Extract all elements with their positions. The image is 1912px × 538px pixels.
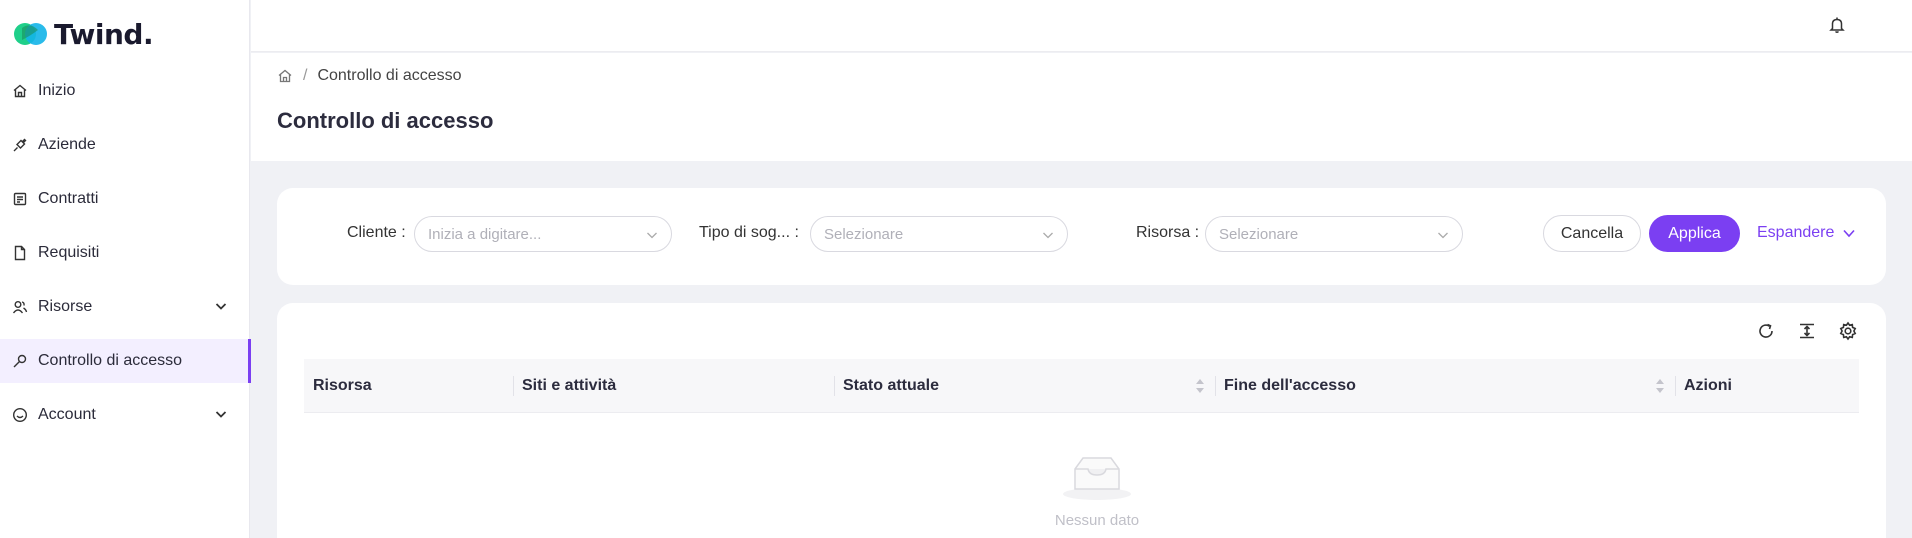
topbar (251, 0, 1912, 52)
tipo-select[interactable]: Selezionare (810, 216, 1068, 252)
users-icon (12, 299, 28, 315)
reload-icon[interactable] (1756, 321, 1776, 341)
column-height-icon[interactable] (1797, 321, 1817, 341)
chevron-down-icon (647, 232, 657, 239)
sort-icon[interactable] (1655, 377, 1665, 395)
document-icon (12, 245, 28, 261)
column-header-azioni: Azioni (1675, 359, 1859, 413)
breadcrumb: / Controllo di accesso (277, 67, 462, 85)
sidebar-item-requisiti[interactable]: Requisiti (0, 231, 250, 275)
apply-button[interactable]: Applica (1649, 215, 1740, 252)
sidebar-item-contratti[interactable]: Contratti (0, 177, 250, 221)
cliente-placeholder: Inizia a digitare... (428, 225, 542, 243)
sidebar-item-label: Controllo di accesso (38, 352, 183, 369)
breadcrumb-current: Controllo di accesso (317, 67, 462, 84)
empty-inbox-icon (1063, 457, 1131, 500)
bell-icon[interactable] (1828, 16, 1846, 34)
risorsa-select[interactable]: Selezionare (1205, 216, 1463, 252)
key-icon (12, 353, 28, 369)
column-header-siti-attivita: Siti e attività (513, 359, 834, 413)
sidebar-item-aziende[interactable]: Aziende (0, 123, 250, 167)
sidebar-item-label: Inizio (38, 82, 76, 99)
logo[interactable]: Twind. (12, 14, 154, 54)
home-icon (12, 83, 28, 99)
sidebar-item-label: Risorse (38, 298, 93, 315)
logo-text: Twind. (54, 17, 154, 51)
smile-icon (12, 407, 28, 423)
cancel-button[interactable]: Cancella (1543, 215, 1641, 252)
table-toolbar (1756, 321, 1858, 341)
column-header-fine-accesso[interactable]: Fine dell'accesso (1215, 359, 1675, 413)
expand-label: Espandere (1757, 224, 1835, 241)
column-header-stato-attuale[interactable]: Stato attuale (834, 359, 1215, 413)
filter-risorsa-label: Risorsa : (1136, 224, 1200, 241)
chevron-down-icon (1438, 232, 1448, 239)
home-icon[interactable] (277, 68, 293, 84)
sidebar-item-controllo-di-accesso[interactable]: Controllo di accesso (0, 339, 251, 383)
chevron-down-icon (1843, 229, 1855, 238)
sidebar-item-risorse[interactable]: Risorse (0, 285, 250, 329)
empty-state: Nessun dato (1047, 453, 1147, 529)
filter-panel: Cliente : Inizia a digitare... Tipo di s… (277, 188, 1886, 285)
page-header: / Controllo di accesso Controllo di acce… (251, 53, 1912, 161)
sidebar-item-label: Aziende (38, 136, 96, 153)
settings-gear-icon[interactable] (1838, 321, 1858, 341)
page-title: Controllo di accesso (277, 108, 494, 133)
empty-state-text: Nessun dato (1054, 512, 1140, 529)
sidebar-item-label: Requisiti (38, 244, 100, 261)
table-header: Risorsa Siti e attività Stato attuale Fi… (304, 359, 1859, 413)
sidebar-item-label: Account (38, 406, 96, 423)
sort-icon[interactable] (1195, 377, 1205, 395)
column-header-risorsa: Risorsa (313, 377, 372, 394)
expand-button[interactable]: Espandere (1757, 224, 1856, 242)
sidebar-item-account[interactable]: Account (0, 393, 250, 437)
tipo-placeholder: Selezionare (824, 225, 904, 243)
filter-cliente-label: Cliente : (347, 224, 406, 241)
sidebar-item-inizio[interactable]: Inizio (0, 69, 250, 113)
risorsa-placeholder: Selezionare (1219, 225, 1299, 243)
chevron-down-icon (1043, 232, 1053, 239)
table-panel: Risorsa Siti e attività Stato attuale Fi… (277, 303, 1886, 538)
sidebar: Twind. Inizio Aziende Contratti Requisit… (0, 0, 251, 538)
sidebar-nav: Inizio Aziende Contratti Requisiti Risor… (0, 69, 251, 447)
filter-tipo-label: Tipo di sog... : (699, 224, 799, 241)
chevron-down-icon[interactable] (214, 299, 228, 313)
sidebar-item-label: Contratti (38, 190, 99, 207)
plug-icon (12, 137, 28, 153)
twind-logo-icon (14, 23, 47, 45)
contract-icon (12, 191, 28, 207)
chevron-down-icon[interactable] (214, 407, 228, 421)
breadcrumb-separator: / (303, 67, 308, 84)
cliente-select[interactable]: Inizia a digitare... (414, 216, 672, 252)
